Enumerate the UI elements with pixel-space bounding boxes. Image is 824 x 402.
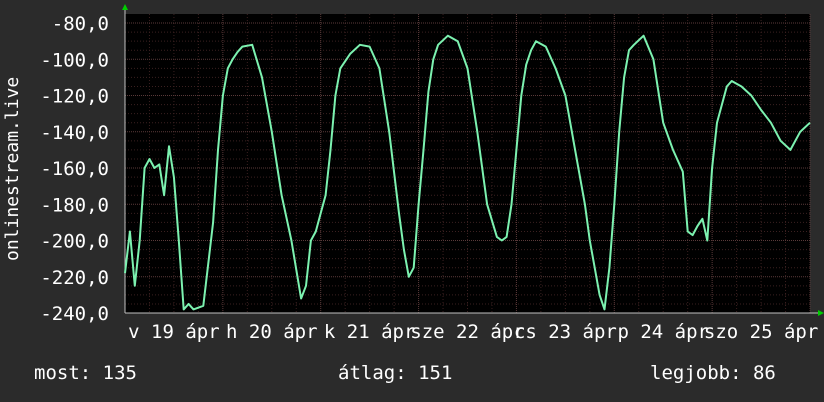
chart-widget: -80,0 -100,0 -120,0 -140,0 -160,0 -180,0 -200,…: [0, 0, 824, 402]
x-tick-label: sze 22 ápr: [410, 321, 524, 343]
y-tick-label: -100,0: [40, 49, 109, 71]
y-tick-label: -140,0: [40, 122, 109, 144]
y-tick-label: -240,0: [40, 303, 109, 325]
x-tick-label: cs 23 ápr: [514, 321, 617, 343]
x-tick-label: v 19 ápr: [128, 321, 220, 343]
best-value: legjobb: 86: [650, 362, 776, 384]
y-tick-label: -220,0: [40, 267, 109, 289]
current-value: most: 135: [34, 362, 137, 384]
x-axis-arrow: [818, 310, 824, 316]
y-tick-label: -180,0: [40, 194, 109, 216]
y-tick-label: -120,0: [40, 86, 109, 108]
y-tick-label: -160,0: [40, 158, 109, 180]
y-axis-arrow: [122, 4, 128, 10]
x-tick-label: k 21 ápr: [324, 321, 416, 343]
x-tick-label: p 24 ápr: [617, 321, 709, 343]
x-tick-label: szo 25 ápr: [704, 321, 818, 343]
y-axis-label: onlinestream.live: [2, 76, 23, 262]
average-value: átlag: 151: [338, 362, 453, 384]
y-tick-label: -80,0: [52, 13, 109, 35]
x-tick-label: h 20 ápr: [226, 321, 318, 343]
y-tick-label: -200,0: [40, 231, 109, 253]
line-chart: -80,0 -100,0 -120,0 -140,0 -160,0 -180,0 -200,…: [40, 4, 824, 343]
